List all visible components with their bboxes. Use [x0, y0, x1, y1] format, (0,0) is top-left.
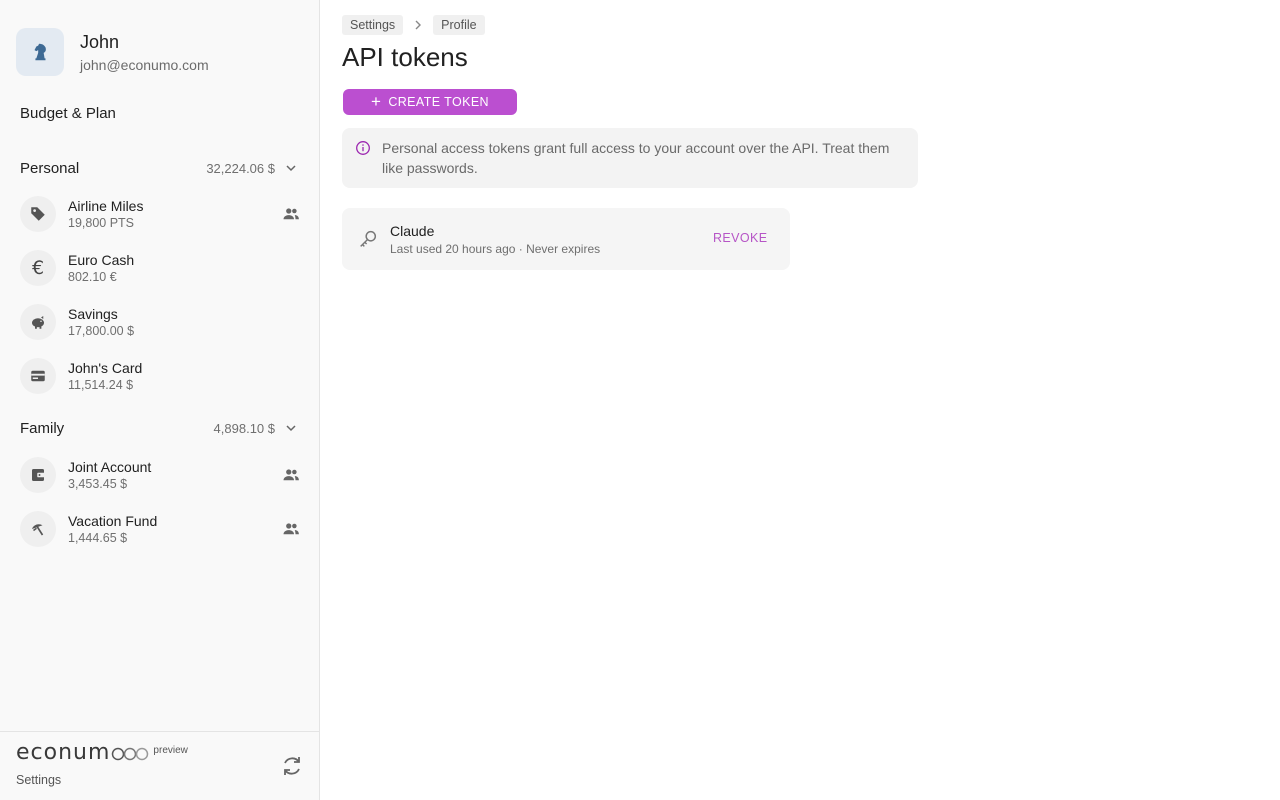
create-token-button[interactable]: + CREATE TOKEN [343, 89, 517, 115]
knight-icon [34, 43, 46, 61]
account-euro-cash[interactable]: € Euro Cash 802.10 € [20, 247, 301, 289]
info-banner: Personal access tokens grant full access… [342, 128, 918, 188]
key-icon [360, 230, 377, 247]
tag-icon [31, 207, 45, 221]
group-total: 4,898.10 $ [213, 420, 275, 436]
group-name: Personal [20, 159, 80, 177]
user-name: John [80, 31, 120, 52]
account-balance: 802.10 € [68, 270, 117, 284]
account-airline-miles[interactable]: Airline Miles 19,800 PTS [20, 193, 301, 235]
token-meta: Last used 20 hours ago · Never expires [390, 242, 601, 256]
account-name: Euro Cash [68, 252, 135, 268]
group-header-family[interactable]: Family 4,898.10 $ [20, 417, 299, 439]
create-token-label: CREATE TOKEN [388, 95, 489, 109]
shared-users-icon [281, 519, 301, 539]
plus-icon: + [371, 92, 382, 111]
account-name: Airline Miles [68, 198, 144, 214]
credit-card-icon [31, 370, 45, 382]
account-name: Vacation Fund [68, 513, 158, 529]
shared-users-icon [281, 204, 301, 224]
group-name: Family [20, 419, 65, 437]
account-balance: 1,444.65 $ [68, 531, 128, 545]
account-balance: 11,514.24 $ [68, 378, 134, 392]
info-icon [356, 141, 370, 155]
footer-settings-link[interactable]: Settings [16, 773, 61, 787]
group-header-personal[interactable]: Personal 32,224.06 $ [20, 157, 299, 179]
chevron-down-icon[interactable] [283, 420, 299, 436]
chevron-down-icon[interactable] [283, 160, 299, 176]
page-title: API tokens [342, 42, 468, 72]
brand-wordmark: econum [16, 740, 111, 765]
refresh-icon [284, 757, 300, 775]
chevron-right-icon [415, 20, 422, 30]
breadcrumb-profile[interactable]: Profile [433, 15, 485, 35]
brand-circles-icon [112, 747, 149, 761]
user-profile[interactable]: John john@econumo.com [16, 28, 209, 76]
account-savings[interactable]: Savings 17,800.00 $ [20, 301, 301, 343]
account-johns-card[interactable]: John's Card 11,514.24 $ [20, 355, 301, 397]
preview-label: preview [153, 745, 188, 756]
wallet-icon [32, 469, 45, 481]
info-text: Personal access tokens grant full access… [382, 140, 890, 176]
account-balance: 17,800.00 $ [68, 324, 135, 338]
token-name: Claude [390, 223, 435, 239]
account-name: Savings [68, 306, 118, 322]
sidebar: John john@econumo.com Budget & Plan Pers… [0, 0, 320, 800]
brand-logo: econum preview [16, 740, 188, 765]
shared-users-icon [281, 465, 301, 485]
breadcrumb: Settings Profile [342, 15, 485, 35]
group-total: 32,224.06 $ [206, 160, 275, 176]
account-name: Joint Account [68, 459, 152, 475]
account-balance: 19,800 PTS [68, 216, 135, 230]
euro-icon: € [31, 257, 45, 279]
piggy-bank-icon [32, 316, 44, 329]
avatar [16, 28, 64, 76]
user-email: john@econumo.com [80, 56, 209, 73]
beach-umbrella-icon [32, 524, 44, 536]
nav-budget-plan[interactable]: Budget & Plan [20, 105, 116, 122]
sidebar-footer: econum preview Settings [0, 731, 319, 800]
breadcrumb-settings[interactable]: Settings [342, 15, 404, 35]
revoke-button[interactable]: REVOKE [713, 231, 768, 245]
account-balance: 3,453.45 $ [68, 477, 128, 491]
sync-button[interactable] [279, 753, 305, 779]
token-card: Claude Last used 20 hours ago · Never ex… [342, 208, 790, 270]
account-joint-account[interactable]: Joint Account 3,453.45 $ [20, 454, 301, 496]
account-name: John's Card [68, 360, 143, 376]
main-content: Settings Profile API tokens + CREATE TOK… [342, 0, 1280, 800]
account-vacation-fund[interactable]: Vacation Fund 1,444.65 $ [20, 508, 301, 550]
